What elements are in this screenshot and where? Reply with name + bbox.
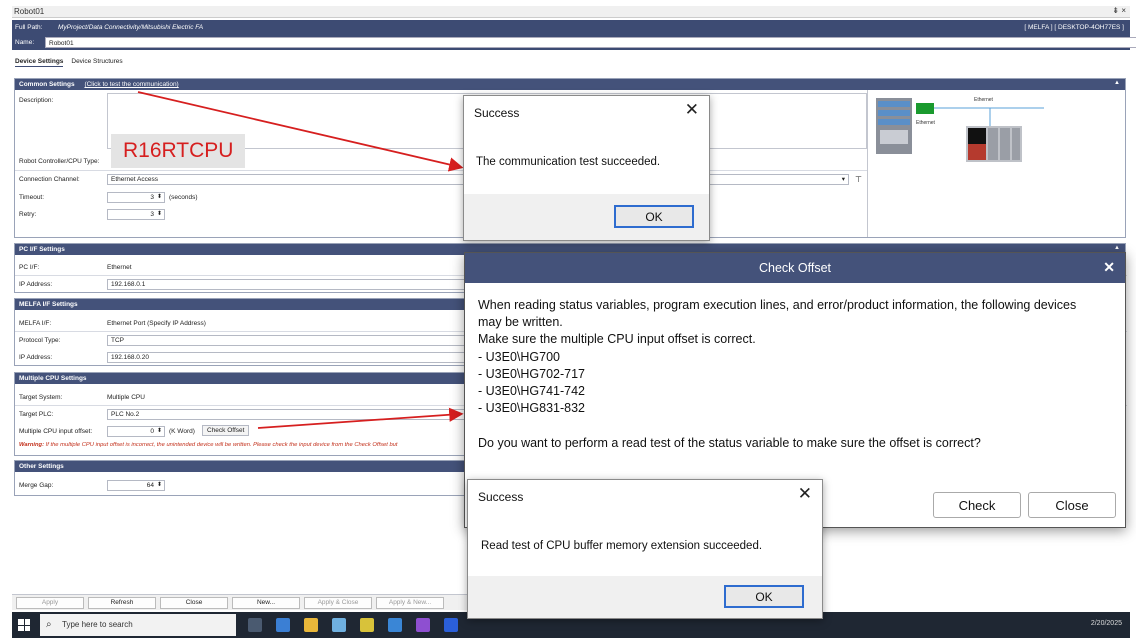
success-dialog-communication: Success ✕ The communication test succeed… [463,95,710,241]
apply-close-button[interactable]: Apply & Close [304,597,372,609]
message-line: When reading status variables, program e… [478,298,1077,312]
file-explorer-icon[interactable] [304,618,318,632]
device-line: - U3E0\HG741-742 [478,384,586,399]
dialog-message: Read test of CPU buffer memory extension… [481,540,763,552]
message-line: Do you want to perform a read test of th… [478,435,981,450]
search-placeholder: Type here to search [62,620,133,629]
app-icon-1[interactable] [332,618,346,632]
app-icon-3[interactable] [388,618,402,632]
ok-button[interactable]: OK [614,205,694,228]
check-button[interactable]: Check [933,492,1021,518]
check-offset-message: When reading status variables, program e… [478,297,1118,452]
action-bar: Apply Refresh Close New... Apply & Close… [12,594,512,610]
apply-new-button[interactable]: Apply & New... [376,597,444,609]
dialog-title: Success [474,106,520,120]
device-line: - U3E0\HG702-717 [478,366,586,381]
search-icon: ⌕ [46,619,52,630]
device-line: - U3E0\HG700 [478,349,560,364]
app-icon-5[interactable] [444,618,458,632]
close-icon[interactable]: ✕ [685,100,699,120]
dialog-footer: OK [464,194,709,240]
app-icon-4[interactable] [416,618,430,632]
ok-button[interactable]: OK [724,585,804,608]
close-button[interactable]: Close [160,597,228,609]
edge-icon[interactable] [276,618,290,632]
close-icon[interactable]: ✕ [1103,259,1115,276]
device-line: - U3E0\HG831-832 [478,401,586,416]
check-offset-header: Check Offset ✕ [465,253,1125,283]
close-button[interactable]: Close [1028,492,1116,518]
windows-start-icon[interactable] [18,619,30,631]
close-icon[interactable]: ✕ [798,484,812,504]
message-line: may be written. [478,315,563,330]
taskbar-search-input[interactable]: ⌕ Type here to search [40,614,236,636]
arrow-to-success-dialog [137,91,464,172]
dialog-title: Success [478,490,524,504]
message-line: Make sure the multiple CPU input offset … [478,332,756,347]
dialog-title: Check Offset [758,261,832,275]
app-icon-2[interactable] [360,618,374,632]
taskbar-date[interactable]: 2/20/2025 [1091,620,1122,627]
success-dialog-read-test: Success ✕ Read test of CPU buffer memory… [467,479,823,619]
refresh-button[interactable]: Refresh [88,597,156,609]
task-view-icon[interactable] [248,618,262,632]
arrow-to-check-offset-dialog [257,407,464,429]
dialog-message: The communication test succeeded. [476,156,661,168]
dialog-footer: OK [468,576,822,618]
apply-button[interactable]: Apply [16,597,84,609]
new-button[interactable]: New... [232,597,300,609]
